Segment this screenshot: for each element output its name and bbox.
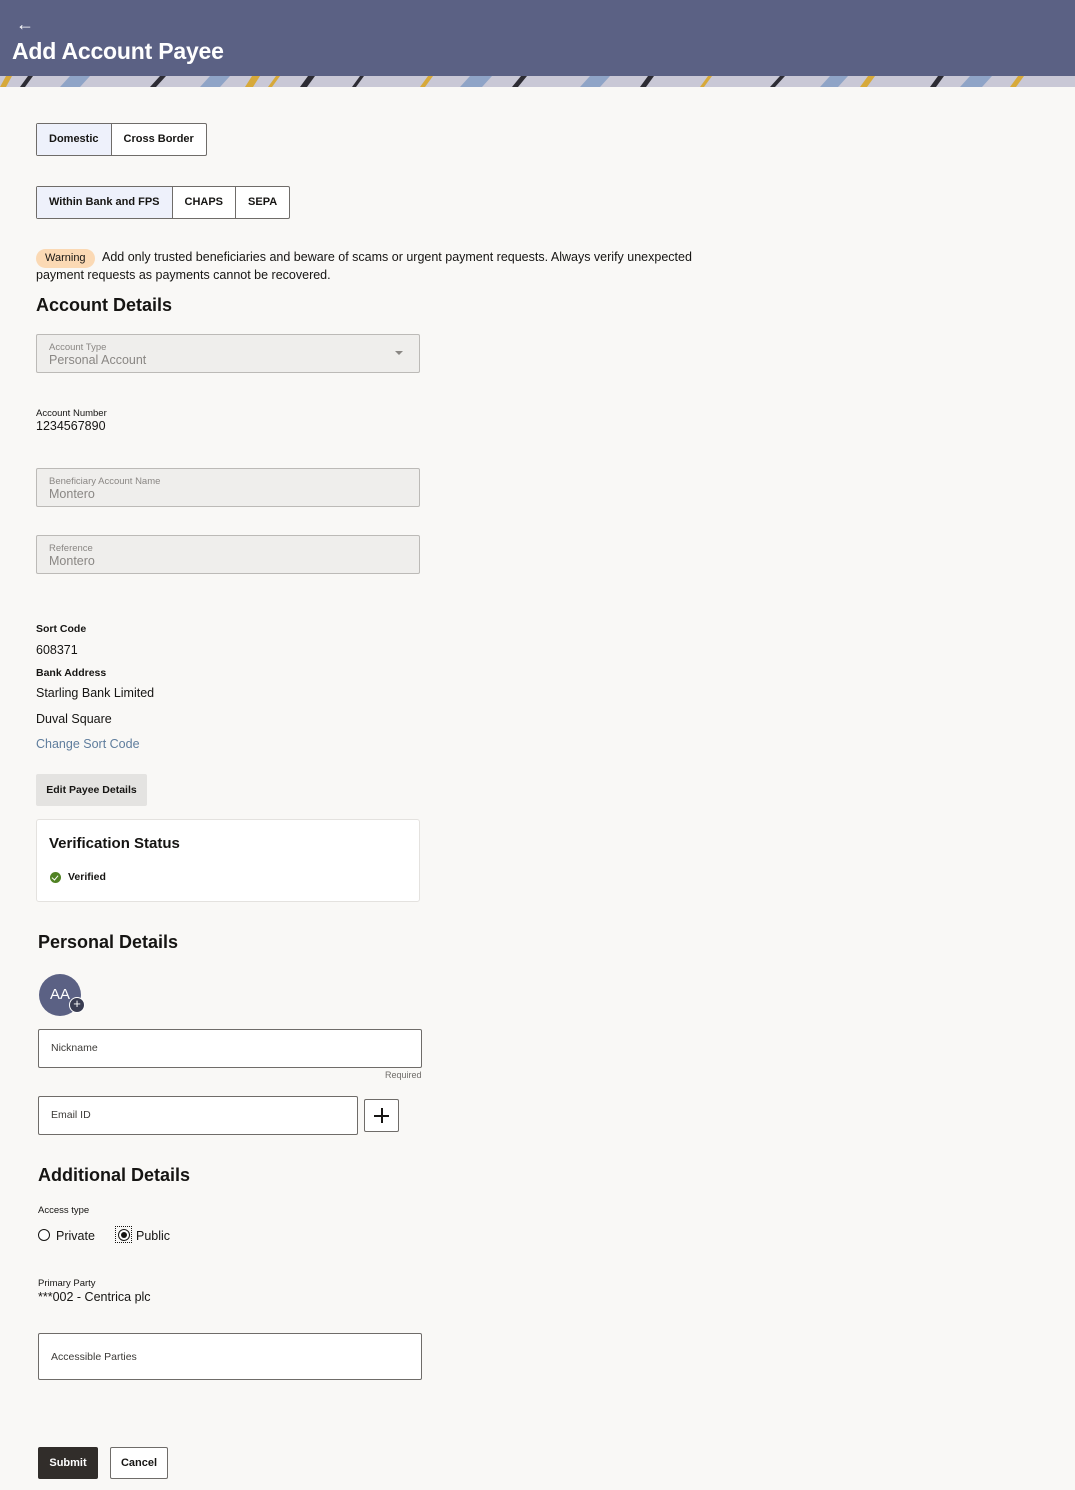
chevron-down-icon: [395, 351, 403, 355]
access-type-label: Access type: [38, 1205, 90, 1216]
add-photo-icon[interactable]: +: [69, 997, 85, 1013]
account-number-label: Account Number: [36, 408, 107, 419]
account-details-heading: Account Details: [36, 295, 173, 315]
account-type-select[interactable]: Account Type Personal Account: [36, 334, 420, 373]
access-private-radio[interactable]: [38, 1229, 50, 1241]
submit-button[interactable]: Submit: [38, 1447, 98, 1479]
primary-party-label: Primary Party: [38, 1278, 96, 1289]
personal-details-heading: Personal Details: [38, 932, 179, 952]
bank-address-line2: Duval Square: [36, 712, 112, 726]
tab-chaps[interactable]: CHAPS: [173, 187, 237, 218]
edit-payee-details-button[interactable]: Edit Payee Details: [36, 774, 147, 806]
access-private-label[interactable]: Private: [56, 1229, 95, 1243]
account-number-value: 1234567890: [36, 419, 106, 433]
accessible-parties-input[interactable]: Accessible Parties: [38, 1333, 422, 1380]
required-hint: Required: [385, 1070, 422, 1080]
payee-region-tabs: Domestic Cross Border: [36, 123, 207, 156]
verification-status-title: Verification Status: [49, 835, 180, 852]
email-placeholder: Email ID: [51, 1109, 91, 1121]
tab-within-bank-fps[interactable]: Within Bank and FPS: [37, 187, 173, 218]
access-public-label[interactable]: Public: [136, 1229, 170, 1243]
nickname-input[interactable]: Nickname: [38, 1029, 422, 1068]
cancel-button[interactable]: Cancel: [110, 1447, 168, 1479]
bank-address-line1: Starling Bank Limited: [36, 686, 155, 700]
beneficiary-name-label: Beneficiary Account Name: [49, 476, 161, 487]
check-circle-icon: [50, 872, 61, 883]
reference-field[interactable]: Reference Montero: [36, 535, 420, 574]
accessible-parties-placeholder: Accessible Parties: [51, 1351, 137, 1363]
sort-code-value: 608371: [36, 643, 78, 657]
account-type-value: Personal Account: [49, 353, 147, 367]
access-public-radio[interactable]: [118, 1229, 130, 1241]
additional-details-heading: Additional Details: [38, 1165, 191, 1185]
payment-network-tabs: Within Bank and FPS CHAPS SEPA: [36, 186, 291, 219]
back-arrow-icon[interactable]: ←: [16, 14, 34, 34]
primary-party-value: ***002 - Centrica plc: [38, 1290, 151, 1304]
page-header: ← Add Account Payee: [0, 0, 1075, 87]
page-title: Add Account Payee: [12, 38, 224, 64]
tab-domestic[interactable]: Domestic: [37, 124, 112, 155]
email-input[interactable]: Email ID: [38, 1096, 358, 1135]
sort-code-label: Sort Code: [36, 623, 87, 635]
change-sort-code-link[interactable]: Change Sort Code: [36, 737, 140, 751]
tab-sepa[interactable]: SEPA: [236, 187, 289, 218]
reference-label: Reference: [49, 543, 93, 554]
account-type-label: Account Type: [49, 342, 107, 353]
tab-cross-border[interactable]: Cross Border: [112, 124, 206, 155]
add-email-button[interactable]: [364, 1099, 399, 1132]
nickname-placeholder: Nickname: [51, 1042, 98, 1054]
verification-status-card: Verification Status Verified: [36, 819, 420, 902]
bank-address-label: Bank Address: [36, 667, 107, 679]
warning-badge: Warning: [36, 249, 95, 268]
header-decorative-pattern: [0, 76, 1075, 87]
verification-status-value: Verified: [68, 871, 106, 883]
reference-value: Montero: [49, 554, 95, 568]
beneficiary-name-field[interactable]: Beneficiary Account Name Montero: [36, 468, 420, 507]
beneficiary-name-value: Montero: [49, 487, 95, 501]
warning-message: Add only trusted beneficiaries and bewar…: [36, 250, 692, 282]
